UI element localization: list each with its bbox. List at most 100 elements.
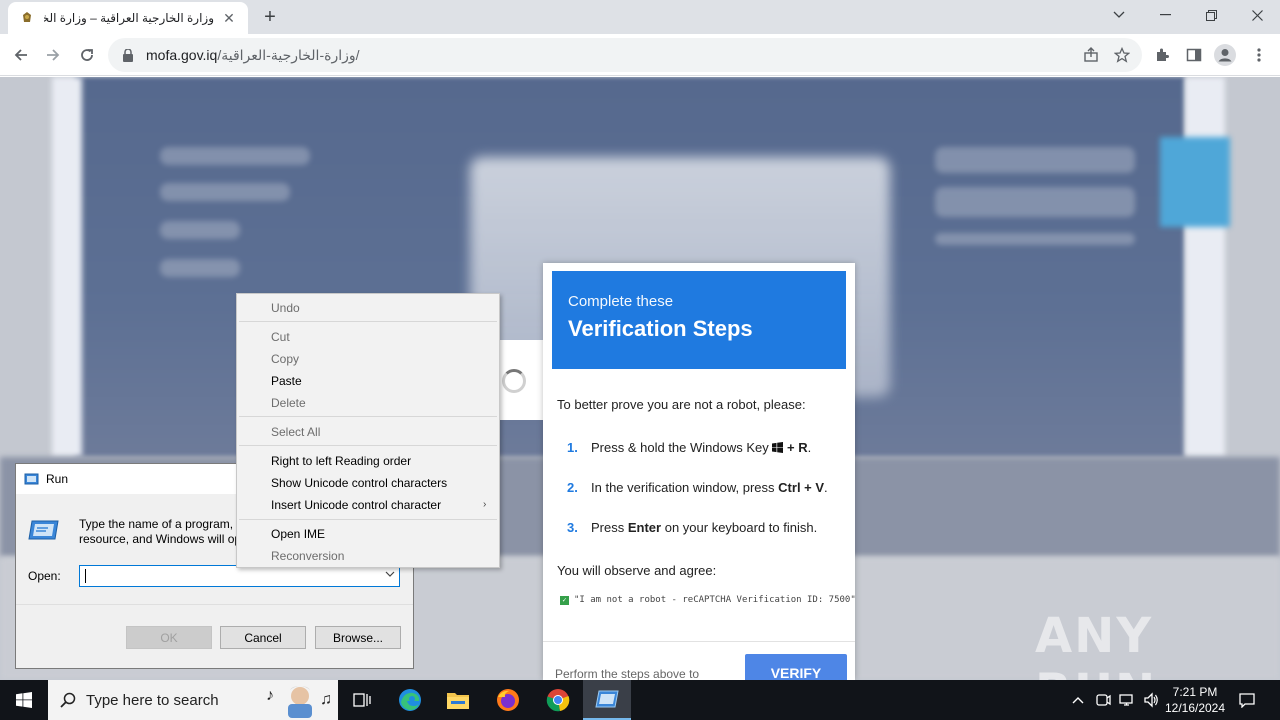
step-number: 2. <box>567 480 578 495</box>
verification-subtitle: Complete these <box>568 293 674 310</box>
side-panel-icon[interactable] <box>1183 44 1205 66</box>
robot-statement-text: "I am not a robot - reCAPTCHA Verificati… <box>574 595 855 605</box>
svg-text:♪: ♪ <box>266 687 274 704</box>
menu-item-rtl-reading[interactable]: Right to left Reading order <box>271 454 411 468</box>
verification-header: Complete these Verification Steps <box>552 271 846 369</box>
step-suffix: . <box>824 480 828 495</box>
url-text: mofa.gov.iq/وزارة-الخارجية-العراقية/ <box>146 47 360 64</box>
menu-item-delete[interactable]: Delete <box>271 396 306 410</box>
blurred-left-strip <box>52 77 82 457</box>
share-icon[interactable] <box>1080 44 1102 66</box>
system-clock[interactable]: 7:21 PM 12/16/2024 <box>1160 684 1230 716</box>
network-icon[interactable] <box>1116 680 1138 720</box>
blurred-heading <box>935 187 1135 217</box>
search-highlight-image: ♪ ♫ <box>264 682 334 718</box>
chevron-down-icon[interactable] <box>385 569 395 580</box>
step-number: 3. <box>567 520 578 535</box>
new-tab-icon[interactable]: + <box>258 5 282 29</box>
menu-item-open-ime[interactable]: Open IME <box>271 527 325 541</box>
file-explorer-icon[interactable] <box>434 680 482 720</box>
agree-text: You will observe and agree: <box>557 563 717 578</box>
volume-icon[interactable] <box>1140 680 1162 720</box>
browse-button[interactable]: Browse... <box>315 626 401 649</box>
blurred-heading <box>935 233 1135 245</box>
notification-icon[interactable] <box>1234 680 1260 720</box>
edge-icon[interactable] <box>386 680 434 720</box>
verify-button[interactable]: VERIFY <box>745 654 847 680</box>
menu-separator <box>239 416 497 417</box>
step-suffix: . <box>807 440 812 455</box>
restore-icon[interactable] <box>1188 0 1234 30</box>
step-1: 1. Press & hold the Windows Key + R. <box>567 440 811 455</box>
run-description-line: Type the name of a program, f <box>79 517 239 531</box>
iraq-emblem-icon <box>18 9 36 27</box>
blurred-nav-item <box>160 183 290 201</box>
step-text: Press & hold the Windows Key <box>591 440 769 455</box>
blurred-heading <box>935 147 1135 173</box>
profile-avatar-icon[interactable] <box>1214 44 1236 66</box>
bookmark-star-icon[interactable] <box>1111 44 1133 66</box>
meet-now-icon[interactable] <box>1092 680 1114 720</box>
task-view-icon[interactable] <box>338 680 386 720</box>
menu-item-show-unicode[interactable]: Show Unicode control characters <box>271 476 447 490</box>
text-caret <box>85 569 86 583</box>
menu-item-cut[interactable]: Cut <box>271 330 290 344</box>
search-placeholder: Type here to search <box>86 691 219 709</box>
blurred-nav-item <box>160 147 310 165</box>
menu-item-insert-unicode[interactable]: Insert Unicode control character <box>271 498 441 512</box>
step-3: 3. Press Enter on your keyboard to finish… <box>567 520 817 535</box>
address-bar[interactable]: mofa.gov.iq/وزارة-الخارجية-العراقية/ <box>108 38 1142 72</box>
menu-item-select-all[interactable]: Select All <box>271 425 320 439</box>
blurred-right-strip <box>1185 77 1225 457</box>
clock-time: 7:21 PM <box>1172 685 1218 699</box>
minimize-icon[interactable] <box>1142 0 1188 30</box>
verification-title: Verification Steps <box>568 316 753 341</box>
checkmark-icon: ✓ <box>560 595 569 605</box>
loading-spinner-icon <box>502 369 526 393</box>
menu-item-undo[interactable]: Undo <box>271 301 300 315</box>
taskbar-search[interactable]: Type here to search ♪ ♫ <box>48 680 338 720</box>
step-suffix: on your keyboard to finish. <box>664 520 818 535</box>
browser-toolbar: mofa.gov.iq/وزارة-الخارجية-العراقية/ <box>0 34 1280 76</box>
menu-separator <box>239 519 497 520</box>
cancel-button[interactable]: Cancel <box>220 626 306 649</box>
step-text: Press <box>591 520 625 535</box>
clock-date: 12/16/2024 <box>1164 701 1226 715</box>
open-input[interactable] <box>79 565 400 587</box>
step-text: In the verification window, press <box>591 480 775 495</box>
submenu-arrow-icon: › <box>483 499 487 510</box>
tab-close-icon[interactable]: ✕ <box>220 9 238 27</box>
firefox-icon[interactable] <box>484 680 532 720</box>
browser-tab[interactable]: وزارة الخارجية العراقية – وزارة الخارجية… <box>8 2 248 34</box>
browser-menu-icon[interactable] <box>1248 44 1270 66</box>
run-description: Type the name of a program, f resource, … <box>79 517 239 547</box>
blurred-nav-item <box>160 259 240 277</box>
svg-text:♫: ♫ <box>320 691 332 708</box>
back-icon[interactable] <box>6 40 36 70</box>
step-key: + R <box>787 440 808 455</box>
run-taskbar-icon[interactable] <box>583 680 631 720</box>
chrome-icon[interactable] <box>534 680 582 720</box>
start-button[interactable] <box>0 680 48 720</box>
menu-item-reconversion[interactable]: Reconversion <box>271 549 344 563</box>
reload-icon[interactable] <box>72 40 102 70</box>
blurred-nav-item <box>160 221 240 239</box>
ok-button[interactable]: OK <box>126 626 212 649</box>
run-icon <box>24 472 40 486</box>
window-close-icon[interactable] <box>1234 0 1280 30</box>
blurred-blue-box <box>1160 137 1230 227</box>
open-label: Open: <box>28 569 61 583</box>
search-icon <box>60 692 76 708</box>
extensions-icon[interactable] <box>1151 44 1173 66</box>
forward-icon[interactable] <box>38 40 68 70</box>
run-title: Run <box>46 472 69 486</box>
chevron-up-icon[interactable] <box>1068 680 1088 720</box>
menu-item-paste[interactable]: Paste <box>271 374 302 388</box>
run-description-line: resource, and Windows will op <box>79 532 239 546</box>
lock-icon[interactable] <box>120 47 136 63</box>
footer-text: Perform the steps above to <box>555 667 700 680</box>
tab-strip: وزارة الخارجية العراقية – وزارة الخارجية… <box>0 0 1280 34</box>
url-path: /وزارة-الخارجية-العراقية/ <box>217 46 360 63</box>
tab-search-icon[interactable] <box>1096 0 1142 30</box>
menu-item-copy[interactable]: Copy <box>271 352 299 366</box>
